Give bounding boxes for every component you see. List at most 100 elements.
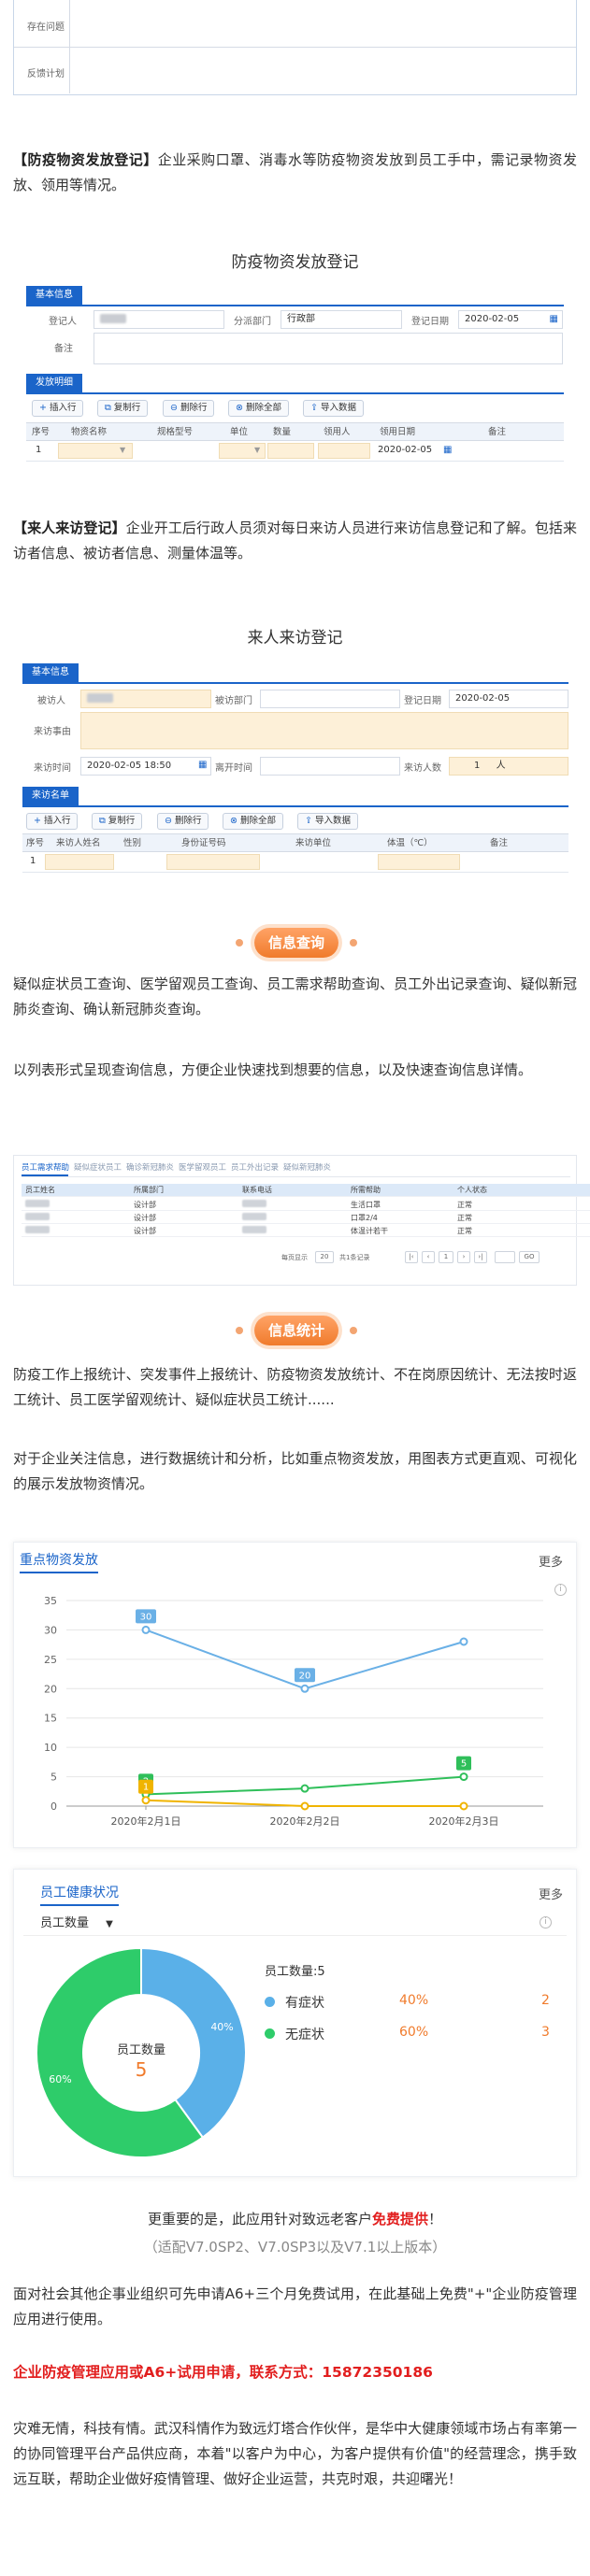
- calendar-icon[interactable]: ▦: [198, 760, 207, 770]
- chevron-down-icon[interactable]: ▼: [106, 1919, 113, 1929]
- visitor-count-unit: 人: [496, 761, 506, 771]
- tab-outing-records[interactable]: 员工外出记录: [231, 1161, 279, 1173]
- page-number[interactable]: 1: [439, 1251, 453, 1263]
- pie-chart-title[interactable]: 员工健康状况: [40, 1883, 119, 1906]
- calendar-icon[interactable]: ▦: [443, 441, 452, 459]
- metric-select[interactable]: 员工数量 ▼: [40, 1913, 113, 1930]
- col-unit: 单位: [230, 427, 249, 437]
- prev-page-button[interactable]: ‹: [422, 1251, 435, 1263]
- calendar-icon[interactable]: ▦: [550, 311, 558, 328]
- table-row[interactable]: 1 ▼ ▼ 2020-02-05 ▦: [26, 441, 564, 462]
- delete-icon: ⊖: [165, 816, 172, 826]
- free-offer-text: 免费提供: [371, 2211, 428, 2227]
- id-number-cell[interactable]: [166, 854, 260, 870]
- promo-line-1: 更重要的是，此应用针对致远老客户免费提供！: [0, 2209, 590, 2228]
- slice-label: 60%: [49, 2073, 71, 2085]
- first-page-button[interactable]: |‹: [405, 1251, 418, 1263]
- legend-swatch: [265, 2028, 275, 2039]
- legend-item[interactable]: 有症状 40% 2: [265, 1993, 560, 2012]
- row-receive-date[interactable]: 2020-02-05: [378, 441, 432, 459]
- registrant-field[interactable]: [94, 310, 224, 329]
- per-page-select[interactable]: 20: [315, 1251, 334, 1263]
- col-spec: 规格型号: [157, 427, 194, 437]
- supplies-intro: 【防疫物资发放登记】企业采购口罩、消毒水等防疫物资发放到员工手中，需记录物资发放…: [13, 148, 577, 198]
- copy-row-button[interactable]: ⧉ 复制行: [92, 813, 143, 830]
- col-status: 个人状态: [457, 1186, 487, 1194]
- table-row[interactable]: 1: [22, 852, 568, 873]
- chevron-down-icon[interactable]: ▼: [120, 441, 125, 459]
- visit-time-field[interactable]: 2020-02-05 18:50: [80, 757, 211, 776]
- employee-name-cell: [25, 1226, 50, 1235]
- delete-all-button[interactable]: ⊗ 删除全部: [228, 400, 289, 417]
- qty-cell[interactable]: [267, 443, 314, 459]
- chevron-down-icon[interactable]: ▼: [254, 441, 260, 459]
- col-recipient: 领用人: [324, 427, 351, 437]
- metric-select-value: 员工数量: [40, 1916, 90, 1930]
- copy-row-label: 复制行: [113, 403, 141, 413]
- reg-date-field[interactable]: 2020-02-05 ▦: [458, 310, 563, 329]
- query-text-1: 疑似症状员工查询、医学留观员工查询、员工需求帮助查询、员工外出记录查询、疑似新冠…: [13, 975, 577, 1018]
- copy-row-button[interactable]: ⧉ 复制行: [97, 400, 149, 417]
- delete-row-button[interactable]: ⊖ 删除行: [157, 813, 209, 830]
- col-temperature: 体温（℃）: [387, 838, 433, 848]
- remark-field[interactable]: [94, 333, 563, 364]
- delete-row-label: 删除行: [180, 403, 208, 413]
- visitee-dept-field[interactable]: [260, 690, 400, 708]
- next-page-button[interactable]: ›: [457, 1251, 470, 1263]
- go-button[interactable]: GO: [519, 1251, 540, 1263]
- y-tick-label: 0: [50, 1800, 57, 1813]
- table-row[interactable]: 设计部 生活口罩 正常: [22, 1199, 590, 1211]
- insert-row-button[interactable]: + 插入行: [32, 400, 84, 417]
- plus-icon: +: [34, 816, 41, 826]
- visitor-reg-date-field[interactable]: 2020-02-05: [449, 690, 568, 708]
- info-icon[interactable]: i: [540, 1916, 552, 1928]
- tab-suspected-covid[interactable]: 疑似新冠肺炎: [283, 1161, 331, 1173]
- tab-suspected-staff[interactable]: 疑似症状员工: [74, 1161, 122, 1173]
- insert-row-label: 插入行: [43, 816, 71, 826]
- col-item-name: 物资名称: [71, 427, 108, 437]
- table-row[interactable]: 设计部 口罩2/4 正常: [22, 1212, 590, 1224]
- y-tick-label: 5: [50, 1772, 57, 1784]
- delete-all-label: 删除全部: [245, 403, 281, 413]
- department-cell: 设计部: [134, 1214, 156, 1222]
- recipient-cell[interactable]: [318, 443, 370, 459]
- visitor-name-cell[interactable]: [45, 854, 114, 870]
- temperature-cell[interactable]: [378, 854, 460, 870]
- last-page-button[interactable]: ›|: [474, 1251, 487, 1263]
- visitee-field[interactable]: [80, 690, 211, 708]
- col-qty: 数量: [273, 427, 292, 437]
- legend-percent: 60%: [399, 2025, 429, 2040]
- data-point: [300, 1784, 309, 1793]
- visit-reason-field[interactable]: [80, 712, 568, 749]
- delete-icon: ⊖: [170, 403, 178, 413]
- delete-all-button[interactable]: ⊗ 删除全部: [223, 813, 283, 830]
- query-table-panel: 员工需求帮助 疑似症状员工 确诊新冠肺炎 医学留观员工 员工外出记录 疑似新冠肺…: [13, 1155, 590, 1286]
- reg-date-value: 2020-02-05: [465, 314, 520, 324]
- tab-confirmed[interactable]: 确诊新冠肺炎: [126, 1161, 174, 1173]
- leave-time-field[interactable]: [260, 757, 400, 776]
- table-row[interactable]: 设计部 体温计若干 正常: [22, 1225, 590, 1237]
- page-jump-input[interactable]: [495, 1251, 515, 1263]
- col-gender: 性别: [123, 838, 142, 848]
- import-data-button[interactable]: ⇪ 导入数据: [303, 400, 364, 417]
- data-label: 30: [140, 1612, 152, 1622]
- pager-summary: 每页显示: [281, 1254, 308, 1261]
- import-data-button[interactable]: ⇪ 导入数据: [297, 813, 358, 830]
- copy-row-label: 复制行: [108, 816, 136, 826]
- tab-help-needed[interactable]: 员工需求帮助: [22, 1161, 69, 1173]
- row-index: 1: [36, 445, 42, 455]
- employee-name-cell: [25, 1200, 50, 1209]
- legend-item[interactable]: 无症状 60% 3: [265, 2025, 560, 2043]
- delete-row-button[interactable]: ⊖ 删除行: [163, 400, 215, 417]
- registrant-label: 登记人: [49, 317, 77, 327]
- visitor-count-field[interactable]: 1 人: [449, 757, 568, 776]
- more-link[interactable]: 更多: [539, 1885, 563, 1902]
- supply-grid-header: 序号 物资名称 规格型号 单位 数量 领用人 领用日期 备注: [26, 422, 564, 441]
- pie-chart-card: 员工健康状况 更多 员工数量 ▼ i 40% 60% 员工数量 5 员工数量:5 …: [13, 1869, 577, 2177]
- x-tick-label: 2020年2月2日: [270, 1815, 340, 1828]
- delete-row-label: 删除行: [174, 816, 202, 826]
- tab-observation[interactable]: 医学留观员工: [179, 1161, 226, 1173]
- data-label: 20: [299, 1671, 311, 1681]
- dept-field[interactable]: 行政部: [281, 310, 402, 329]
- insert-row-button[interactable]: + 插入行: [26, 813, 79, 830]
